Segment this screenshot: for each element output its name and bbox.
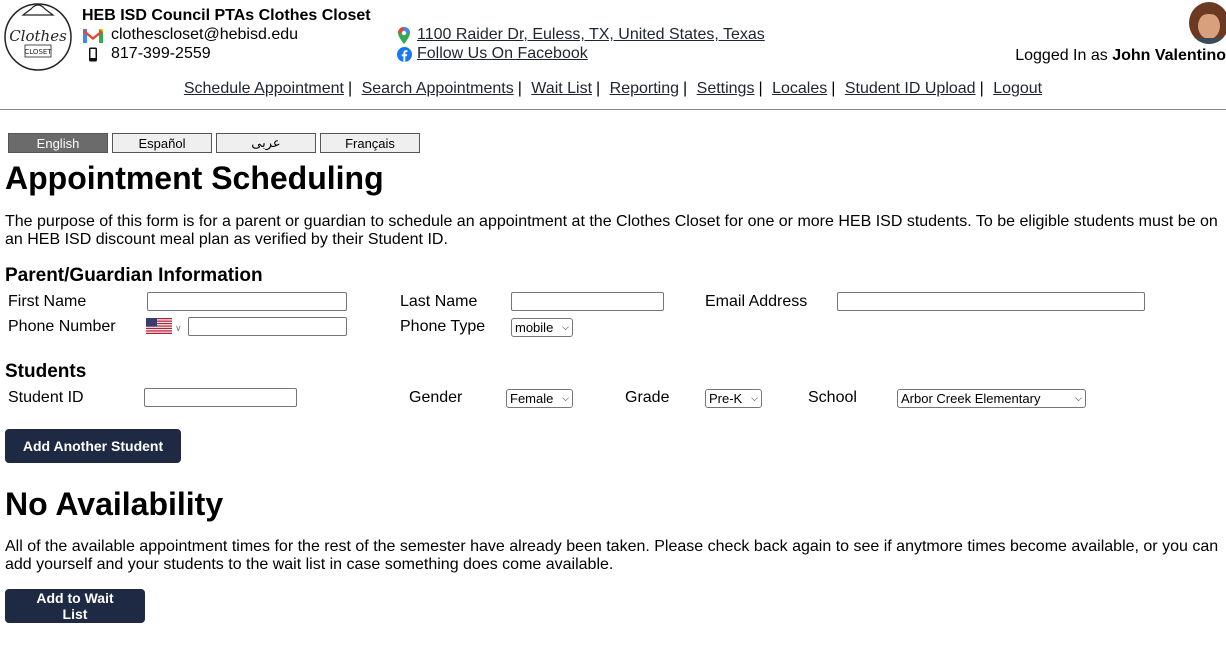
nav-student-id-upload[interactable]: Student ID Upload <box>845 80 976 97</box>
language-arabic-button[interactable]: عربى <box>216 133 316 153</box>
add-another-student-button[interactable]: Add Another Student <box>5 429 181 463</box>
language-french-button[interactable]: Français <box>320 133 420 153</box>
availability-message: All of the available appointment times f… <box>5 538 1219 573</box>
grade-value: Pre-K <box>709 391 743 406</box>
logo-subtext: CLOSET <box>24 48 52 56</box>
nav-schedule-appointment[interactable]: Schedule Appointment <box>184 80 344 97</box>
gender-label: Gender <box>409 389 463 406</box>
phone-text: 817-399-2559 <box>111 45 211 62</box>
phone-type-label: Phone Type <box>400 318 486 335</box>
school-select[interactable]: Arbor Creek Elementary ⌵ <box>897 389 1086 408</box>
page-title: Appointment Scheduling <box>5 160 384 196</box>
grade-label: Grade <box>625 389 670 406</box>
phone-number-label: Phone Number <box>8 318 116 335</box>
gender-value: Female <box>510 391 554 406</box>
email-contact: clothescloset@hebisd.edu <box>82 26 298 44</box>
mobile-phone-icon <box>82 45 104 63</box>
add-to-wait-list-button[interactable]: Add to Wait List <box>5 589 145 623</box>
intro-text: The purpose of this form is for a parent… <box>5 213 1218 248</box>
main-nav: Schedule Appointment | Search Appointment… <box>183 80 1043 97</box>
chevron-down-icon: ⌵ <box>562 322 569 332</box>
logo-text: Clothes <box>9 27 67 45</box>
facebook-link[interactable]: Follow Us On Facebook <box>417 45 588 63</box>
email-text: clothescloset@hebisd.edu <box>111 26 299 43</box>
last-name-field[interactable] <box>511 292 664 311</box>
gmail-icon <box>82 26 104 44</box>
address-link[interactable]: 1100 Raider Dr, Euless, TX, United State… <box>417 26 765 44</box>
logged-in-status: Logged In as John Valentino <box>1015 47 1226 65</box>
student-id-field[interactable] <box>144 388 297 407</box>
phone-contact: 817-399-2559 <box>82 45 211 63</box>
chevron-down-icon: ∨ <box>175 323 182 333</box>
logged-in-prefix: Logged In as <box>1015 47 1108 64</box>
grade-select[interactable]: Pre-K ⌵ <box>705 389 762 408</box>
chevron-down-icon: ⌵ <box>1075 393 1082 403</box>
phone-type-select[interactable]: mobile ⌵ <box>511 318 573 337</box>
nav-reporting[interactable]: Reporting <box>610 80 679 97</box>
first-name-field[interactable] <box>147 292 347 311</box>
country-code-select[interactable]: ∨ <box>146 318 182 339</box>
gender-select[interactable]: Female ⌵ <box>506 389 573 408</box>
user-avatar[interactable] <box>1189 2 1226 44</box>
last-name-label: Last Name <box>400 293 478 310</box>
clothes-closet-logo: Clothes CLOSET <box>3 1 75 71</box>
nav-wait-list[interactable]: Wait List <box>531 80 592 97</box>
org-name: HEB ISD Council PTAs Clothes Closet <box>82 7 371 24</box>
students-heading: Students <box>5 361 87 382</box>
chevron-down-icon: ⌵ <box>751 393 758 403</box>
student-id-label: Student ID <box>8 389 84 406</box>
language-english-button[interactable]: English <box>8 133 108 153</box>
chevron-down-icon: ⌵ <box>562 393 569 403</box>
guardian-heading: Parent/Guardian Information <box>5 265 263 286</box>
nav-search-appointments[interactable]: Search Appointments <box>362 80 514 97</box>
header-divider <box>0 109 1226 110</box>
language-switcher: English Español عربى Français <box>8 133 420 153</box>
map-pin-icon <box>396 26 412 44</box>
nav-settings[interactable]: Settings <box>697 80 755 97</box>
email-field[interactable] <box>837 292 1145 311</box>
address-contact: 1100 Raider Dr, Euless, TX, United State… <box>396 26 765 44</box>
nav-logout[interactable]: Logout <box>993 80 1042 97</box>
availability-title: No Availability <box>5 486 224 522</box>
school-label: School <box>808 389 857 406</box>
phone-type-value: mobile <box>515 320 554 335</box>
user-name: John Valentino <box>1112 47 1226 64</box>
language-spanish-button[interactable]: Español <box>112 133 212 153</box>
phone-number-field[interactable] <box>188 317 347 336</box>
school-value: Arbor Creek Elementary <box>901 391 1041 406</box>
first-name-label: First Name <box>8 293 87 310</box>
us-flag-icon <box>146 318 172 339</box>
facebook-icon <box>396 45 412 63</box>
email-label: Email Address <box>705 293 808 310</box>
nav-locales[interactable]: Locales <box>772 80 827 97</box>
facebook-contact: Follow Us On Facebook <box>396 45 588 63</box>
